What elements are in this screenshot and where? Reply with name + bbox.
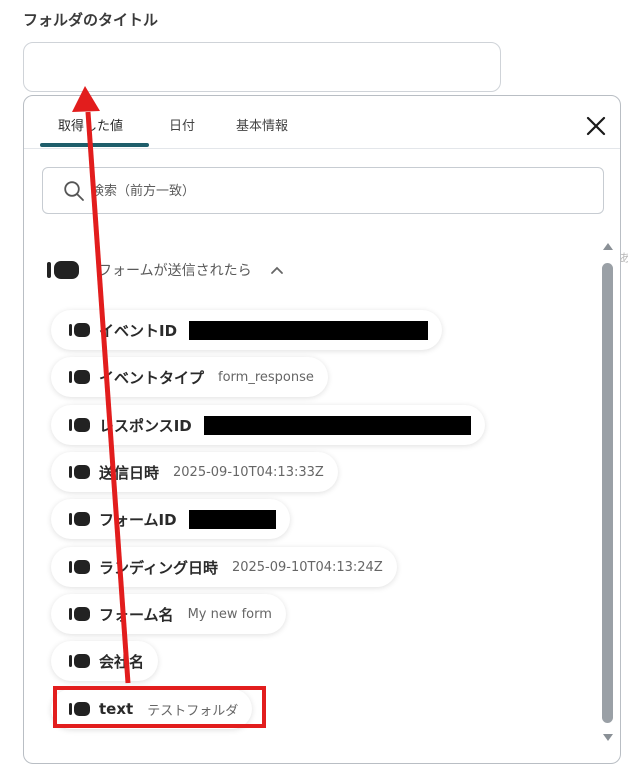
active-tab-indicator <box>40 143 149 147</box>
list-item[interactable]: 送信日時 2025-09-10T04:13:33Z <box>51 452 338 492</box>
scrollbar[interactable] <box>599 241 615 749</box>
tag-icon <box>69 465 90 479</box>
tag-icon <box>69 370 90 384</box>
list-item[interactable]: フォームID <box>51 499 290 539</box>
item-key: イベントID <box>99 321 178 340</box>
tag-icon <box>69 560 90 574</box>
highlight-box <box>53 686 266 728</box>
close-button[interactable] <box>582 112 610 140</box>
search-box <box>42 167 604 215</box>
folder-title-input[interactable] <box>23 42 501 92</box>
tab-basic-info[interactable]: 基本情報 <box>236 115 288 140</box>
item-key: イベントタイプ <box>99 368 205 387</box>
list-item[interactable]: レスポンスID <box>51 405 485 445</box>
tab-date[interactable]: 日付 <box>169 115 195 140</box>
value-picker-panel: 取得した値 日付 基本情報 フォームが送信されたら イベントID <box>23 95 621 764</box>
redacted-value <box>188 509 276 529</box>
tag-icon <box>69 323 90 337</box>
item-key: フォーム名 <box>99 605 174 624</box>
redacted-value <box>189 320 429 340</box>
tag-icon <box>69 607 90 621</box>
scroll-thumb[interactable] <box>602 263 613 723</box>
item-key: レスポンスID <box>99 416 192 435</box>
list-item[interactable]: イベントタイプ form_response <box>51 357 328 397</box>
list-item[interactable]: ランディング日時 2025-09-10T04:13:24Z <box>51 547 397 587</box>
redacted-value <box>203 415 471 435</box>
item-key: ランディング日時 <box>99 558 218 577</box>
group-title: フォームが送信されたら <box>98 263 252 279</box>
scroll-up-arrow-icon[interactable] <box>602 241 614 251</box>
item-value: 2025-09-10T04:13:33Z <box>173 464 324 480</box>
tab-retrieved-values[interactable]: 取得した値 <box>58 115 123 140</box>
item-key: 送信日時 <box>99 463 160 482</box>
close-icon <box>586 116 606 136</box>
item-value: 2025-09-10T04:13:24Z <box>231 559 383 575</box>
scroll-down-arrow-icon[interactable] <box>602 733 614 743</box>
list-item[interactable]: フォーム名 My new form <box>51 594 286 634</box>
search-input[interactable] <box>89 168 593 215</box>
group-header[interactable]: フォームが送信されたら <box>46 256 284 284</box>
chevron-up-icon[interactable] <box>270 265 284 275</box>
folder-title-label: フォルダのタイトル <box>23 11 159 29</box>
item-key: 会社名 <box>99 652 145 671</box>
picker-tabs: 取得した値 日付 基本情報 <box>24 96 620 149</box>
item-value: form_response <box>218 369 314 385</box>
list-item[interactable]: 会社名 <box>51 641 159 681</box>
tag-icon <box>69 418 90 432</box>
item-key: フォームID <box>99 510 177 529</box>
tag-icon <box>69 512 90 526</box>
edge-text: あ <box>619 251 628 265</box>
tag-icon <box>69 654 90 668</box>
list-item[interactable]: イベントID <box>51 310 443 350</box>
search-icon <box>64 181 84 201</box>
item-value: My new form <box>187 606 272 622</box>
tag-icon <box>47 261 79 279</box>
